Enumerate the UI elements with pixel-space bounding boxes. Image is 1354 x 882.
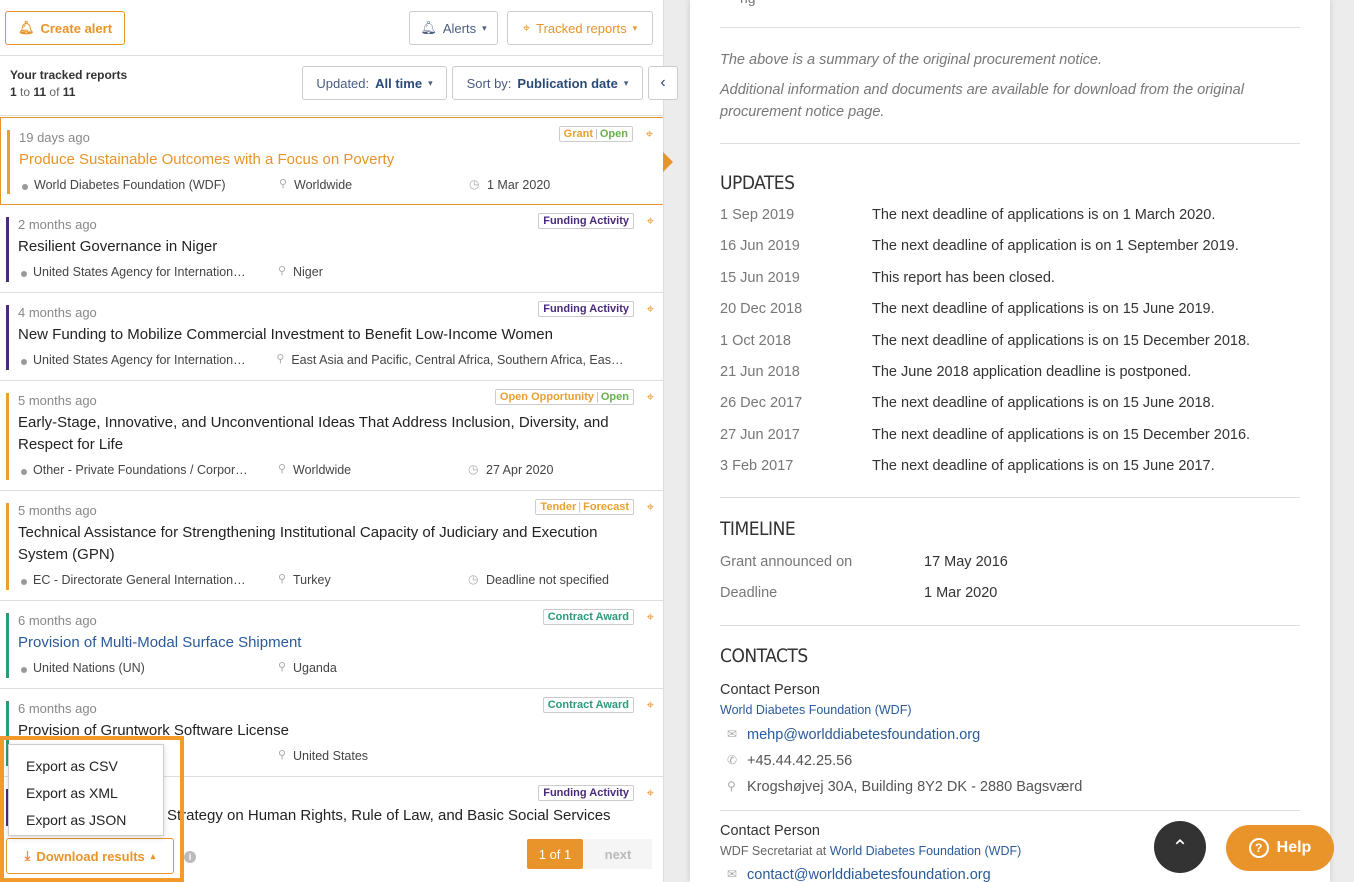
page-indicator: 1 of 1 xyxy=(527,839,583,869)
chevron-down-icon: ▾ xyxy=(428,77,433,88)
chevron-down-icon: ▾ xyxy=(482,22,487,33)
chevron-down-icon: ▾ xyxy=(632,22,638,33)
create-alert-button[interactable]: 🔔︎ Create alert xyxy=(5,11,125,45)
tracked-icon[interactable]: ⌖ xyxy=(647,389,654,405)
type-badge: Contract Award xyxy=(542,609,634,625)
update-row: 1 Sep 2019 The next deadline of applicati… xyxy=(720,207,1216,223)
mail-icon: ✉ xyxy=(727,867,738,881)
type-badge: Funding Activity xyxy=(538,785,634,801)
update-row: 20 Dec 2018 The next deadline of applicat… xyxy=(720,301,1215,317)
export-dropdown: Export as CSV Export as XML Export as JS… xyxy=(8,744,164,836)
type-badge: Grant | Open xyxy=(558,126,633,142)
alerts-dropdown[interactable]: 🔔︎ Alerts ▾ xyxy=(409,11,498,45)
tracked-icon[interactable]: ⌖ xyxy=(647,697,654,713)
update-row: 26 Dec 2017 The next deadline of applicat… xyxy=(720,395,1215,411)
export-xml-option[interactable]: Export as XML xyxy=(9,780,163,807)
tracked-icon[interactable]: ⌖ xyxy=(647,213,654,229)
report-title[interactable]: Early-Stage, Innovative, and Unconventio… xyxy=(18,412,634,456)
report-detail: ng The above is a summary of the origina… xyxy=(690,0,1330,882)
chevron-left-icon: ‹ xyxy=(660,74,666,91)
tracked-reports-dropdown[interactable]: ⌖ Tracked reports ▾ xyxy=(507,11,653,45)
contact-address: ⚲ Krogshøjvej 30A, Building 8Y2 DK - 2880… xyxy=(727,779,1083,795)
report-list: Grant | Open ⌖ 19 days ago Produce Sustain… xyxy=(0,117,663,837)
contact-org-link[interactable]: WDF Secretariat at World Diabetes Founda… xyxy=(720,844,1021,858)
contacts-heading: Contacts xyxy=(720,645,808,667)
top-toolbar: 🔔︎ Create alert 🔔︎ Alerts ▾ ⌖ Tracked re… xyxy=(0,0,663,56)
updated-filter-dropdown[interactable]: Updated: All time ▾ xyxy=(302,66,447,100)
chevron-down-icon: ▾ xyxy=(623,77,629,88)
list-item[interactable]: Open Opportunity | Open ⌖ 5 months ago Ear… xyxy=(0,381,663,491)
contact-org-link[interactable]: World Diabetes Foundation (WDF) xyxy=(720,703,912,717)
tracked-icon[interactable]: ⌖ xyxy=(647,785,654,801)
export-json-option[interactable]: Export as JSON xyxy=(9,807,163,834)
list-item[interactable]: Funding Activity ⌖ 2 months ago Resilien… xyxy=(0,205,663,293)
additional-info-note: Additional information and documents are… xyxy=(720,82,1244,120)
contact-heading: Contact Person xyxy=(720,682,820,698)
type-badge: Open Opportunity | Open xyxy=(494,389,634,405)
chevron-up-icon: ⌃ xyxy=(1171,836,1189,859)
contact-email[interactable]: ✉ contact@worlddiabetesfoundation.org xyxy=(720,867,991,882)
report-title[interactable]: Produce Sustainable Outcomes with a Focu… xyxy=(19,149,633,171)
divider xyxy=(720,497,1300,498)
info-icon[interactable]: i xyxy=(184,851,196,863)
tracked-icon[interactable]: ⌖ xyxy=(646,126,653,142)
contact-heading: Contact Person xyxy=(720,823,820,839)
next-page-button[interactable]: next xyxy=(584,839,652,869)
list-item[interactable]: Tender | Forecast ⌖ 5 months ago Technical… xyxy=(0,491,663,601)
update-row: 16 Jun 2019 The next deadline of applicat… xyxy=(720,238,1239,254)
export-menu-highlight: Export as CSV Export as XML Export as JS… xyxy=(0,736,184,882)
bell-icon: 🔔︎ xyxy=(420,20,437,35)
results-count: 1 to 11 of 11 xyxy=(10,85,76,99)
report-title[interactable]: Provision of Multi-Modal Surface Shipmen… xyxy=(18,632,634,654)
divider xyxy=(720,143,1300,144)
update-row: 15 Jun 2019 This report has been closed. xyxy=(720,270,1055,286)
type-badge: Contract Award xyxy=(542,697,634,713)
list-item[interactable]: Funding Activity ⌖ 4 months ago New Fund… xyxy=(0,293,663,381)
tracked-icon[interactable]: ⌖ xyxy=(647,609,654,625)
sort-dropdown[interactable]: Sort by: Publication date ▾ xyxy=(452,66,643,100)
scroll-to-top-button[interactable]: ⌃ xyxy=(1154,821,1206,873)
report-title[interactable]: New Funding to Mobilize Commercial Inves… xyxy=(18,324,634,346)
contact-phone: ✆ +45.44.42.25.56 xyxy=(727,753,853,769)
type-badge: Funding Activity xyxy=(538,301,634,317)
tracked-reports-title: Your tracked reports xyxy=(10,68,128,82)
tracked-icon[interactable]: ⌖ xyxy=(647,499,654,515)
type-badge: Funding Activity xyxy=(538,213,634,229)
location-icon: ⚲ xyxy=(727,779,736,793)
contact-email[interactable]: ✉ mehp@worlddiabetesfoundation.org xyxy=(720,727,980,743)
active-indicator xyxy=(663,152,673,172)
report-title[interactable]: Strategy on Human Rights, Rule of Law, a… xyxy=(167,805,634,827)
report-title[interactable]: Technical Assistance for Strengthening I… xyxy=(18,522,634,566)
help-button[interactable]: ? Help xyxy=(1226,825,1334,871)
question-icon: ? xyxy=(1248,838,1269,858)
divider xyxy=(720,27,1300,28)
update-row: 3 Feb 2017 The next deadline of applicati… xyxy=(720,458,1215,474)
export-csv-option[interactable]: Export as CSV xyxy=(9,753,163,780)
divider xyxy=(720,810,1300,811)
divider xyxy=(720,625,1300,626)
summary-note: The above is a summary of the original p… xyxy=(720,52,1103,68)
update-row: 21 Jun 2018 The June 2018 application dea… xyxy=(720,364,1192,380)
results-header: Your tracked reports 1 to 11 of 11 Updat… xyxy=(0,56,663,116)
report-title[interactable]: Resilient Governance in Niger xyxy=(18,236,634,258)
mail-icon: ✉ xyxy=(727,727,738,741)
update-row: 1 Oct 2018 The next deadline of applicati… xyxy=(720,333,1251,349)
list-item[interactable]: Contract Award ⌖ 6 months ago Provision … xyxy=(0,601,663,689)
type-badge: Tender | Forecast xyxy=(535,499,634,515)
collapse-panel-button[interactable]: ‹ xyxy=(648,66,678,100)
list-item[interactable]: Grant | Open ⌖ 19 days ago Produce Sustain… xyxy=(0,117,663,205)
timeline-heading: Timeline xyxy=(720,518,796,540)
crosshair-icon: ⌖ xyxy=(522,20,531,35)
results-panel: 🔔︎ Create alert 🔔︎ Alerts ▾ ⌖ Tracked re… xyxy=(0,0,664,882)
phone-icon: ✆ xyxy=(727,753,738,767)
updates-heading: Updates xyxy=(720,172,795,194)
tracked-icon[interactable]: ⌖ xyxy=(647,301,654,317)
bell-icon: 🔔︎ xyxy=(17,20,35,35)
update-row: 27 Jun 2017 The next deadline of applicat… xyxy=(720,427,1251,443)
